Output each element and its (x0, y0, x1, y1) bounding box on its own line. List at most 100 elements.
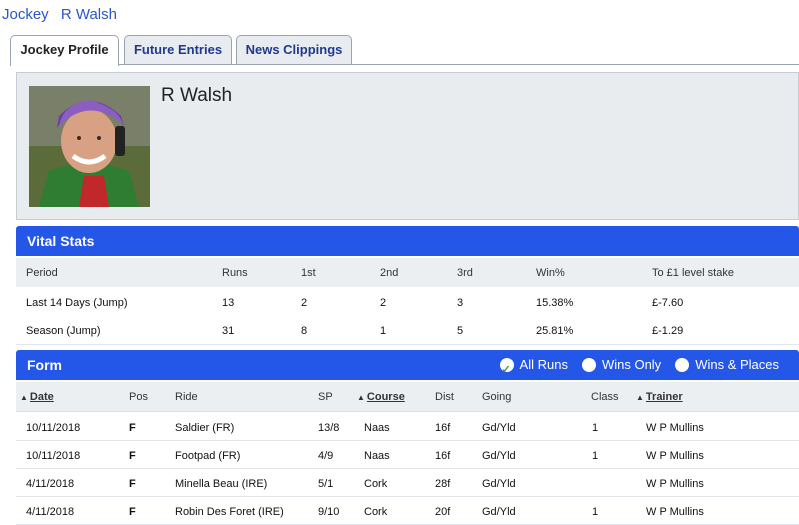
stat-runs: 31 (222, 325, 235, 337)
table-row: Season (Jump) 31 8 1 5 25.81% £-1.29 (16, 316, 799, 345)
col-ride: Ride (175, 391, 198, 403)
col-date-label: Date (29, 391, 54, 403)
form-pos: F (129, 422, 136, 434)
col-pos: Pos (129, 391, 148, 403)
col-2nd: 2nd (380, 267, 399, 279)
radio-icon[interactable] (675, 358, 690, 372)
form-pos: F (129, 478, 136, 490)
form-date: 4/11/2018 (26, 478, 75, 490)
table-row: Last 14 Days (Jump) 13 2 2 3 15.38% £-7.… (16, 288, 799, 317)
filter-wins-only[interactable]: Wins Only (581, 350, 662, 380)
col-course-sort[interactable]: ▲ Course (357, 391, 405, 403)
stat-win-pct: 25.81% (536, 325, 574, 337)
stat-level-stake: £-1.29 (652, 325, 684, 337)
col-class: Class (591, 391, 619, 403)
vital-stats-column-headers: Period Runs 1st 2nd 3rd Win% To £1 level… (16, 258, 799, 287)
form-trainer: W P Mullins (646, 506, 704, 518)
jockey-name: R Walsh (161, 85, 233, 106)
profile-panel: R Walsh (16, 72, 799, 220)
col-win-pct: Win% (536, 267, 565, 279)
filter-label: Wins Only (601, 357, 662, 372)
col-sp: SP (318, 391, 333, 403)
radio-icon[interactable] (581, 358, 596, 372)
form-course: Naas (364, 422, 390, 434)
form-ride: Saldier (FR) (175, 422, 235, 434)
stat-2nd: 2 (380, 297, 387, 309)
vital-stats-title: Vital Stats (27, 233, 95, 249)
breadcrumb: Jockey R Walsh (2, 6, 125, 23)
stat-period: Last 14 Days (Jump) (26, 297, 128, 309)
form-ride: Minella Beau (IRE) (175, 478, 268, 490)
form-dist: 16f (435, 422, 451, 434)
form-trainer: W P Mullins (646, 422, 704, 434)
form-sp: 4/9 (318, 450, 334, 462)
form-header: Form All Runs Wins Only Wins & Places (16, 350, 799, 385)
form-class: 1 (592, 506, 599, 518)
form-trainer: W P Mullins (646, 450, 704, 462)
sort-icon: ▲ (20, 393, 28, 402)
stat-win-pct: 15.38% (536, 297, 574, 309)
form-going: Gd/Yld (482, 478, 516, 490)
table-row[interactable]: 4/11/2018 F Minella Beau (IRE) 5/1 Cork … (16, 469, 799, 497)
col-dist: Dist (435, 391, 454, 403)
stat-3rd: 3 (457, 297, 464, 309)
form-ride: Robin Des Foret (IRE) (175, 506, 284, 518)
table-row[interactable]: 10/11/2018 F Saldier (FR) 13/8 Naas 16f … (16, 413, 799, 441)
stat-3rd: 5 (457, 325, 464, 337)
form-class: 1 (592, 450, 599, 462)
sort-icon: ▲ (357, 393, 365, 402)
tab-jockey-profile[interactable]: Jockey Profile (10, 35, 119, 66)
stat-runs: 13 (222, 297, 235, 309)
stat-1st: 8 (301, 325, 308, 337)
col-trainer-sort[interactable]: ▲ Trainer (636, 391, 683, 403)
form-going: Gd/Yld (482, 450, 516, 462)
form-dist: 16f (435, 450, 451, 462)
form-pos: F (129, 506, 136, 518)
filter-label: All Runs (519, 357, 568, 372)
col-runs: Runs (222, 267, 248, 279)
col-trainer-label: Trainer (645, 391, 683, 403)
form-sp: 5/1 (318, 478, 334, 490)
form-dist: 20f (435, 506, 451, 518)
col-1st: 1st (301, 267, 316, 279)
col-course-label: Course (366, 391, 405, 403)
radio-checked-icon[interactable] (499, 355, 514, 385)
form-sp: 9/10 (318, 506, 340, 518)
form-date: 10/11/2018 (26, 422, 81, 434)
breadcrumb-name[interactable]: R Walsh (61, 6, 117, 23)
stat-level-stake: £-7.60 (652, 297, 684, 309)
form-course: Cork (364, 478, 388, 490)
jockey-photo (29, 86, 150, 207)
breadcrumb-section[interactable]: Jockey (2, 6, 49, 23)
sort-icon: ▲ (636, 393, 644, 402)
tab-future-entries[interactable]: Future Entries (124, 35, 232, 65)
table-row[interactable]: 10/11/2018 F Footpad (FR) 4/9 Naas 16f G… (16, 441, 799, 469)
form-trainer: W P Mullins (646, 478, 704, 490)
form-ride: Footpad (FR) (175, 450, 241, 462)
filter-all-runs[interactable]: All Runs (499, 350, 568, 385)
tab-divider (10, 64, 799, 65)
stat-period: Season (Jump) (26, 325, 101, 337)
vital-stats-header: Vital Stats (16, 226, 799, 256)
col-3rd: 3rd (457, 267, 473, 279)
col-going: Going (482, 391, 512, 403)
form-going: Gd/Yld (482, 422, 516, 434)
form-filter-group: All Runs Wins Only Wins & Places (486, 350, 779, 385)
form-sp: 13/8 (318, 422, 340, 434)
form-class: 1 (592, 422, 599, 434)
col-period: Period (26, 267, 58, 279)
form-course: Cork (364, 506, 388, 518)
jockey-photo-image (29, 86, 150, 207)
tab-news-clippings[interactable]: News Clippings (236, 35, 352, 65)
form-pos: F (129, 450, 136, 462)
table-row[interactable]: 4/11/2018 F Robin Des Foret (IRE) 9/10 C… (16, 497, 799, 525)
stat-2nd: 1 (380, 325, 387, 337)
filter-label: Wins & Places (695, 357, 779, 372)
form-date: 4/11/2018 (26, 506, 75, 518)
filter-wins-places[interactable]: Wins & Places (675, 350, 779, 380)
col-date-sort[interactable]: ▲ Date (20, 391, 54, 403)
stat-1st: 2 (301, 297, 308, 309)
form-title: Form (27, 357, 62, 373)
form-course: Naas (364, 450, 390, 462)
form-dist: 28f (435, 478, 451, 490)
